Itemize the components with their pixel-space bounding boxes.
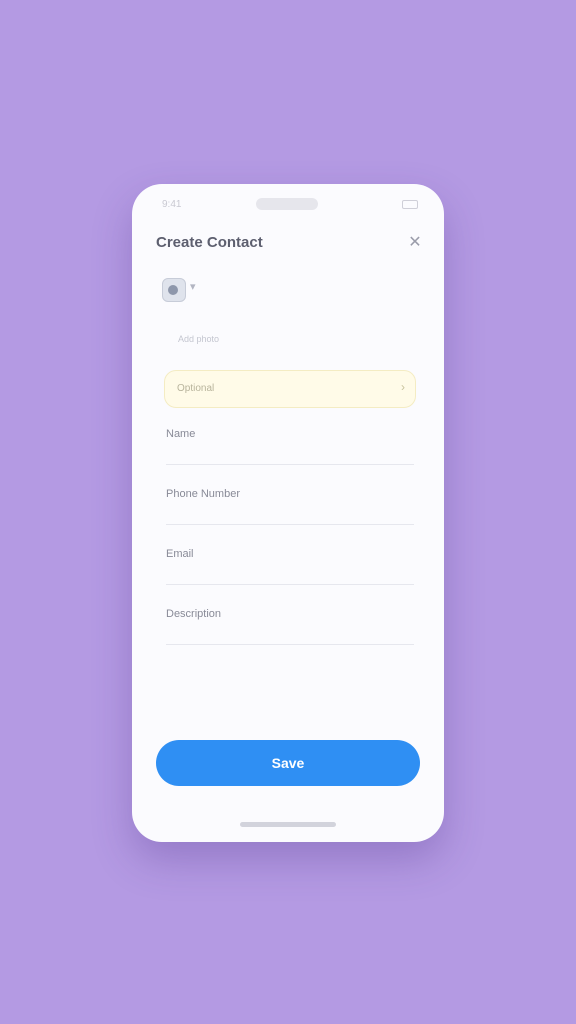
home-indicator bbox=[240, 822, 336, 827]
name-label: Name bbox=[166, 428, 196, 440]
chevron-right-icon: › bbox=[401, 380, 405, 394]
optional-selector-label: Optional bbox=[177, 383, 215, 394]
dynamic-island bbox=[256, 198, 318, 210]
battery-icon bbox=[402, 200, 418, 209]
description-label: Description bbox=[166, 608, 222, 620]
form-header: Create Contact ✕ bbox=[156, 230, 424, 256]
chevron-down-icon[interactable]: ▾ bbox=[190, 280, 196, 293]
add-photo-hint: Add photo bbox=[178, 334, 220, 344]
phone-label: Phone Number bbox=[166, 488, 240, 500]
name-field: Name bbox=[166, 428, 414, 472]
description-input[interactable] bbox=[166, 622, 414, 645]
description-field: Description bbox=[166, 608, 414, 652]
status-time: 9:41 bbox=[162, 199, 182, 210]
save-button[interactable]: Save bbox=[156, 740, 420, 786]
close-icon[interactable]: ✕ bbox=[406, 234, 424, 252]
phone-screen: 9:41 Create Contact ✕ ▾ Add photo Option… bbox=[132, 184, 444, 842]
name-input[interactable] bbox=[166, 442, 414, 465]
email-field: Email bbox=[166, 548, 414, 592]
page-title: Create Contact bbox=[156, 234, 263, 251]
avatar-picker[interactable] bbox=[162, 278, 186, 302]
optional-selector[interactable]: Optional › bbox=[164, 370, 416, 408]
phone-field: Phone Number bbox=[166, 488, 414, 532]
phone-input[interactable] bbox=[166, 502, 414, 525]
email-label: Email bbox=[166, 548, 194, 560]
status-bar: 9:41 bbox=[132, 184, 444, 224]
email-input[interactable] bbox=[166, 562, 414, 585]
